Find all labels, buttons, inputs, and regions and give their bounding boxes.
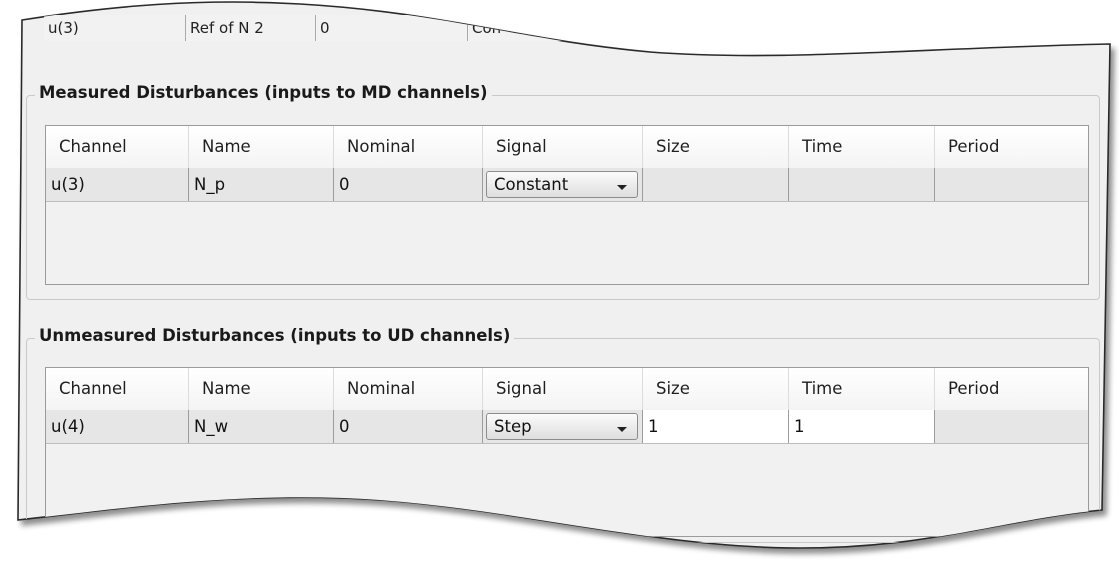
torn-screenshot: u(3) Ref of N 2 0 Con Measured Disturban… <box>0 0 1119 561</box>
cell-channel: u(3) <box>44 15 186 41</box>
signal-dropdown[interactable]: Constant <box>486 171 638 198</box>
cell-size[interactable]: 1 <box>643 410 789 443</box>
measured-disturbances-table: Channel Name Nominal Signal Size Time Pe… <box>45 125 1089 285</box>
cell-channel: u(4) <box>46 410 189 443</box>
table-header: Channel Name Nominal Signal Size Time Pe… <box>46 126 1088 169</box>
column-header-nominal[interactable]: Nominal <box>334 126 483 168</box>
column-header-nominal[interactable]: Nominal <box>334 368 483 410</box>
cell-period <box>935 168 1088 201</box>
column-header-period[interactable]: Period <box>935 126 1088 168</box>
column-header-signal[interactable]: Signal <box>483 368 643 410</box>
cell-signal: Constant <box>483 168 643 201</box>
cell-name[interactable]: N_p <box>189 168 334 201</box>
table-row: u(4) N_w 0 Step 1 1 <box>46 410 1088 444</box>
column-header-channel[interactable]: Channel <box>46 126 189 168</box>
cell-nominal[interactable]: 0 <box>334 410 483 443</box>
cell-time <box>789 168 935 201</box>
cell-size <box>643 168 789 201</box>
cell-period <box>935 410 1088 443</box>
cell-nominal[interactable]: 0 <box>334 168 483 201</box>
cell-signal: Step <box>483 410 643 443</box>
column-header-signal[interactable]: Signal <box>483 126 643 168</box>
cell-time[interactable]: 1 <box>789 410 935 443</box>
table-row: u(3) N_p 0 Constant <box>46 168 1088 202</box>
cell-name[interactable]: Ref of N 2 <box>186 15 316 41</box>
column-header-period[interactable]: Period <box>935 368 1088 410</box>
column-header-channel[interactable]: Channel <box>46 368 189 410</box>
measured-disturbances-group: Measured Disturbances (inputs to MD chan… <box>26 95 1100 300</box>
cell-channel: u(3) <box>46 168 189 201</box>
cell-name[interactable]: N_w <box>189 410 334 443</box>
chevron-down-icon <box>617 185 627 190</box>
measured-disturbances-title: Measured Disturbances (inputs to MD chan… <box>35 83 492 102</box>
unmeasured-disturbances-title: Unmeasured Disturbances (inputs to UD ch… <box>35 326 514 345</box>
chevron-down-icon <box>617 427 627 432</box>
column-header-time[interactable]: Time <box>789 126 935 168</box>
column-header-name[interactable]: Name <box>189 126 334 168</box>
column-header-time[interactable]: Time <box>789 368 935 410</box>
signal-dropdown-value: Constant <box>494 175 569 194</box>
column-header-size[interactable]: Size <box>643 126 789 168</box>
column-header-size[interactable]: Size <box>643 368 789 410</box>
signal-dropdown-value: Step <box>494 417 532 436</box>
column-header-name[interactable]: Name <box>189 368 334 410</box>
signal-dropdown[interactable]: Step <box>486 413 638 440</box>
table-header: Channel Name Nominal Signal Size Time Pe… <box>46 368 1088 411</box>
